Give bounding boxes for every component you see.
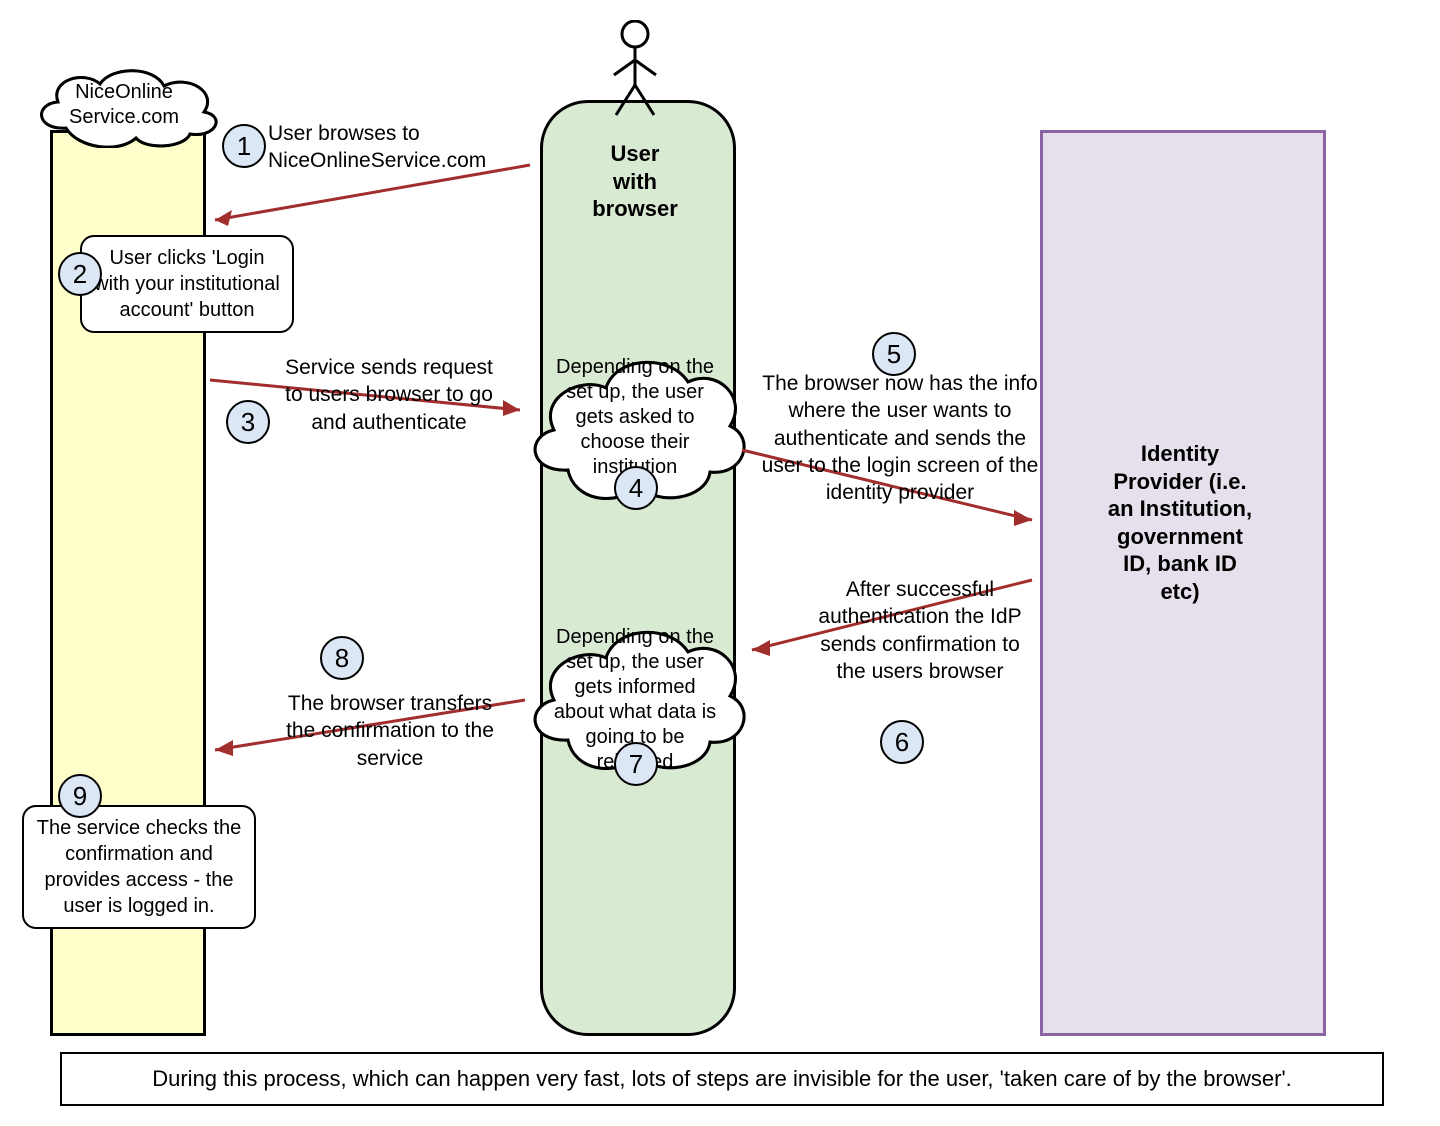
- step-number-3: 3: [226, 400, 270, 444]
- step-number-2: 2: [58, 252, 102, 296]
- step-number-1: 1: [222, 124, 266, 168]
- step-number-4: 4: [614, 466, 658, 510]
- step-number-5: 5: [872, 332, 916, 376]
- step-number-6: 6: [880, 720, 924, 764]
- diagram-stage: Userwithbrowser IdentityProvider (i.e.an…: [0, 0, 1440, 1126]
- arrows-layer: [0, 0, 1440, 1126]
- step-8-text: The browser transfers the confirmation t…: [280, 690, 500, 772]
- step-number-7: 7: [614, 742, 658, 786]
- step-1-text: User browses to NiceOnlineService.com: [268, 120, 528, 175]
- step-3-text: Service sends request to users browser t…: [274, 354, 504, 436]
- step-number-8: 8: [320, 636, 364, 680]
- step-6-text: After successful authentication the IdP …: [810, 576, 1030, 685]
- step-number-9: 9: [58, 774, 102, 818]
- step-5-text: The browser now has the info where the u…: [760, 370, 1040, 506]
- footer-note: During this process, which can happen ve…: [60, 1052, 1384, 1106]
